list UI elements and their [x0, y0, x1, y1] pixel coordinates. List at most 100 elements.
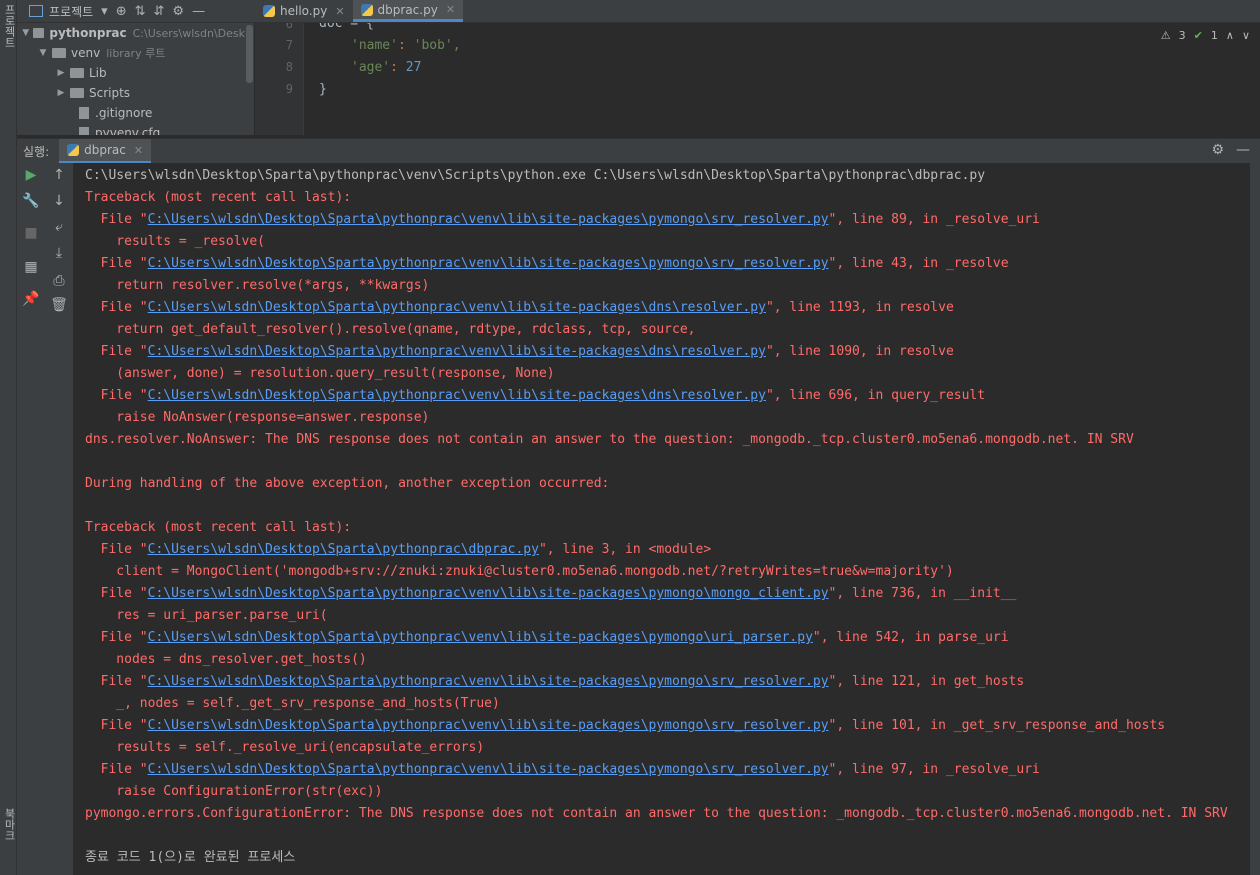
bookmarks-tool-button[interactable]: 북마크	[1, 808, 17, 841]
minimize-icon[interactable]: —	[192, 4, 205, 19]
console-line: return resolver.resolve(*args, **kwargs)	[85, 278, 430, 293]
console-text: File "	[85, 542, 148, 557]
project-tree-scrollbar[interactable]	[245, 23, 254, 135]
folder-icon	[70, 88, 84, 98]
tab-dbprac-py[interactable]: dbprac.py ✕	[352, 0, 464, 22]
tab-hello-py[interactable]: hello.py ✕	[255, 0, 353, 22]
tree-item-label: Scripts	[89, 86, 131, 100]
file-icon	[79, 127, 89, 135]
console-text: ", line 121, in get_hosts	[828, 674, 1025, 689]
console-line: File "C:\Users\wlsdn\Desktop\Sparta\pyth…	[85, 627, 1009, 649]
console-text: File "	[85, 388, 148, 403]
tree-item-label: .gitignore	[95, 106, 153, 120]
console-text: ", line 43, in _resolve	[828, 256, 1009, 271]
wrench-icon[interactable]: 🔧	[21, 193, 41, 209]
library-root-annotation: library 루트	[106, 47, 166, 60]
close-icon[interactable]: ✕	[134, 144, 143, 157]
stop-icon[interactable]: ■	[21, 225, 41, 241]
chevron-up-icon[interactable]: ∧	[1226, 29, 1234, 42]
minimize-icon[interactable]: —	[1236, 142, 1250, 158]
file-path-link[interactable]: C:\Users\wlsdn\Desktop\Sparta\pythonprac…	[148, 212, 829, 227]
file-path-link[interactable]: C:\Users\wlsdn\Desktop\Sparta\pythonprac…	[148, 388, 766, 403]
tree-item-label: Lib	[89, 66, 107, 80]
project-tree: ▼ pythonprac C:\Users\wlsdn\Desk ▼ venv …	[17, 23, 245, 135]
trash-icon[interactable]: 🗑	[49, 297, 69, 313]
arrow-down-icon[interactable]: ↓	[49, 193, 69, 209]
print-icon[interactable]: ⎙	[49, 273, 69, 289]
close-icon[interactable]: ✕	[335, 5, 344, 18]
gear-icon[interactable]: ⚙	[172, 4, 184, 19]
file-path-link[interactable]: C:\Users\wlsdn\Desktop\Sparta\pythonprac…	[148, 344, 766, 359]
console-line: return get_default_resolver().resolve(qn…	[85, 322, 696, 337]
file-path-link[interactable]: C:\Users\wlsdn\Desktop\Sparta\pythonprac…	[148, 762, 829, 777]
expand-all-icon[interactable]: ⇅	[135, 4, 146, 19]
file-path-link[interactable]: C:\Users\wlsdn\Desktop\Sparta\pythonprac…	[148, 256, 829, 271]
python-file-icon	[360, 3, 373, 16]
chevron-down-icon[interactable]: ▾	[101, 4, 108, 19]
run-tool-header: 실행: dbprac ✕ ⚙ —	[17, 138, 1260, 164]
project-root-name: pythonprac	[49, 26, 127, 40]
code-line: 'age': 27	[351, 60, 422, 75]
chevron-down-icon[interactable]: ▼	[37, 48, 49, 58]
console-line: File "C:\Users\wlsdn\Desktop\Sparta\pyth…	[85, 759, 1040, 781]
scroll-to-end-icon[interactable]: ⤓	[49, 245, 69, 261]
file-path-link[interactable]: C:\Users\wlsdn\Desktop\Sparta\pythonprac…	[148, 630, 813, 645]
soft-wrap-icon[interactable]: ⤶	[49, 219, 69, 235]
chevron-right-icon[interactable]: ▶	[55, 68, 67, 78]
tree-item-root[interactable]: ▼ pythonprac C:\Users\wlsdn\Desk	[17, 23, 245, 43]
rerun-icon[interactable]: ▶	[21, 167, 41, 183]
project-toolbar: 프로젝트 ▾ ⊕ ⇅ ⇵ ⚙ —	[17, 0, 255, 23]
scrollbar-thumb[interactable]	[246, 25, 253, 83]
line-gutter: 6 7 8 9	[255, 23, 304, 135]
warning-icon: ⚠	[1160, 29, 1171, 42]
file-path-link[interactable]: C:\Users\wlsdn\Desktop\Sparta\pythonprac…	[148, 718, 829, 733]
console-line: File "C:\Users\wlsdn\Desktop\Sparta\pyth…	[85, 341, 954, 363]
console-line: File "C:\Users\wlsdn\Desktop\Sparta\pyth…	[85, 253, 1009, 275]
console-line: _, nodes = self._get_srv_response_and_ho…	[85, 696, 500, 711]
console-line: File "C:\Users\wlsdn\Desktop\Sparta\pyth…	[85, 385, 985, 407]
tree-item-gitignore[interactable]: .gitignore	[17, 103, 245, 123]
project-tool-button[interactable]: 프로젝트	[1, 4, 17, 48]
left-tool-strip: 프로젝트 북마크	[0, 0, 17, 875]
file-path-link[interactable]: C:\Users\wlsdn\Desktop\Sparta\pythonprac…	[148, 674, 829, 689]
dict-key: 'name'	[351, 38, 398, 53]
console-text: File "	[85, 762, 148, 777]
console-line: File "C:\Users\wlsdn\Desktop\Sparta\pyth…	[85, 583, 1017, 605]
pin-icon[interactable]: 📌	[21, 291, 41, 307]
console-output[interactable]: C:\Users\wlsdn\Desktop\Sparta\pythonprac…	[74, 163, 1250, 875]
console-text: ", line 1090, in resolve	[765, 344, 954, 359]
file-path-link[interactable]: C:\Users\wlsdn\Desktop\Sparta\pythonprac…	[148, 300, 766, 315]
collapse-all-icon[interactable]: ⇵	[154, 4, 165, 19]
console-text: ", line 696, in query_result	[765, 388, 986, 403]
arrow-up-icon[interactable]: ↑	[49, 167, 69, 183]
project-view-selector[interactable]: 프로젝트	[49, 3, 93, 20]
file-path-link[interactable]: C:\Users\wlsdn\Desktop\Sparta\pythonprac…	[148, 586, 829, 601]
line-number: 9	[285, 82, 293, 96]
check-icon: ✔	[1193, 29, 1203, 42]
tree-item-pyvenv-cfg[interactable]: pyvenv.cfg	[17, 123, 245, 135]
python-file-icon	[263, 5, 275, 17]
console-text: File "	[85, 344, 148, 359]
console-text: File "	[85, 212, 148, 227]
locate-icon[interactable]: ⊕	[116, 4, 127, 19]
layout-icon[interactable]: ▦	[21, 259, 41, 275]
folder-icon	[33, 28, 45, 38]
dict-value: 'bob',	[413, 38, 461, 53]
tree-item-venv[interactable]: ▼ venv library 루트	[17, 43, 245, 63]
tree-item-scripts[interactable]: ▶ Scripts	[17, 83, 245, 103]
code-editor[interactable]: 6 7 8 9 doc = { 'name': 'bob', 'age': 27…	[255, 23, 1260, 135]
gear-icon[interactable]: ⚙	[1211, 142, 1224, 158]
chevron-down-icon[interactable]: ▼	[21, 28, 30, 38]
run-tab-dbprac[interactable]: dbprac ✕	[59, 139, 152, 163]
dict-value: 27	[405, 60, 422, 75]
tree-item-lib[interactable]: ▶ Lib	[17, 63, 245, 83]
inspection-widget[interactable]: ⚠ 3 ✔ 1 ∧ ∨	[1161, 29, 1250, 42]
console-text: File "	[85, 586, 148, 601]
chevron-right-icon[interactable]: ▶	[55, 88, 67, 98]
close-icon[interactable]: ✕	[446, 3, 455, 16]
console-scrollbar[interactable]	[1250, 163, 1260, 875]
chevron-down-icon[interactable]: ∨	[1242, 29, 1250, 42]
console-line: dns.resolver.NoAnswer: The DNS response …	[85, 432, 1134, 447]
file-path-link[interactable]: C:\Users\wlsdn\Desktop\Sparta\pythonprac…	[148, 542, 539, 557]
console-line: File "C:\Users\wlsdn\Desktop\Sparta\pyth…	[85, 297, 954, 319]
